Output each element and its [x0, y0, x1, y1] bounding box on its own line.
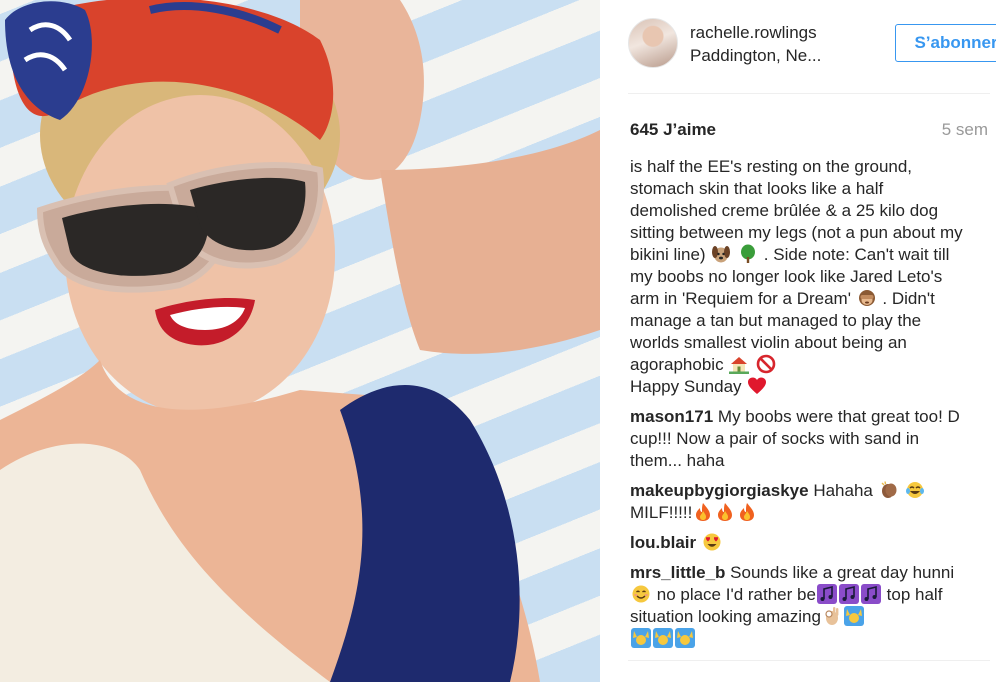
comment-author[interactable]: lou.blair: [630, 533, 696, 552]
post-photo-illustration: [0, 0, 600, 682]
no-entry-icon: [756, 354, 776, 374]
caption-text-4: Happy Sunday: [630, 377, 742, 396]
ok-hand-icon: [825, 607, 839, 625]
raising-hands-icon: [653, 628, 673, 648]
smiling-face-icon: [632, 585, 650, 603]
post-header: rachelle.rowlings Paddington, Ne... S’ab…: [628, 18, 996, 94]
comment-item: mrs_little_b Sounds like a great day hun…: [630, 562, 970, 650]
comment-item: makeupbygiorgiaskye Hahaha MILF!!!!!: [630, 480, 970, 524]
musical-notes-icon: [816, 584, 837, 604]
comment-text: no place I'd rather be: [656, 585, 816, 604]
comment-author[interactable]: mrs_little_b: [630, 563, 725, 582]
fire-icon: [740, 503, 755, 521]
comment-author[interactable]: mason171: [630, 407, 713, 426]
avatar[interactable]: [628, 18, 678, 68]
red-heart-icon: [748, 377, 767, 394]
raising-hands-icon: [675, 628, 695, 648]
comment-text-continued: MILF!!!!!: [630, 503, 693, 522]
comment-text: Sounds like a great day hunni: [730, 563, 955, 582]
comments-divider: [628, 660, 990, 661]
tears-of-joy-icon: [906, 482, 925, 498]
fire-icon: [696, 503, 711, 521]
post-photo[interactable]: [0, 0, 600, 682]
fire-icon: [718, 503, 733, 521]
dog-face-icon: [712, 246, 731, 263]
comment-text: Hahaha: [813, 481, 873, 500]
raising-hands-icon: [631, 628, 651, 648]
post-age[interactable]: 5 sem: [942, 120, 988, 140]
location-link[interactable]: Paddington, Ne...: [690, 46, 821, 66]
follow-button[interactable]: S’abonner: [895, 24, 996, 62]
heart-eyes-icon: [703, 533, 721, 551]
musical-notes-icon: [860, 584, 881, 604]
likes-count[interactable]: 645 J’aime: [630, 120, 716, 140]
musical-notes-icon: [838, 584, 859, 604]
raising-hands-icon: [843, 606, 864, 626]
caption: is half the EE's resting on the ground, …: [630, 156, 970, 398]
house-icon: [729, 357, 750, 374]
likes-row: 645 J’aime 5 sem: [630, 120, 988, 142]
username-link[interactable]: rachelle.rowlings: [690, 23, 817, 43]
see-no-evil-monkey-icon: [858, 290, 875, 306]
comment-item: mason171 My boobs were that great too! D…: [630, 406, 970, 472]
comment-author[interactable]: makeupbygiorgiaskye: [630, 481, 809, 500]
comments-list: is half the EE's resting on the ground, …: [630, 156, 970, 658]
comment-item: lou.blair: [630, 532, 970, 554]
tree-icon: [741, 244, 756, 263]
clapping-hands-icon: [881, 481, 897, 498]
post-sidebar: rachelle.rowlings Paddington, Ne... S’ab…: [600, 0, 996, 682]
